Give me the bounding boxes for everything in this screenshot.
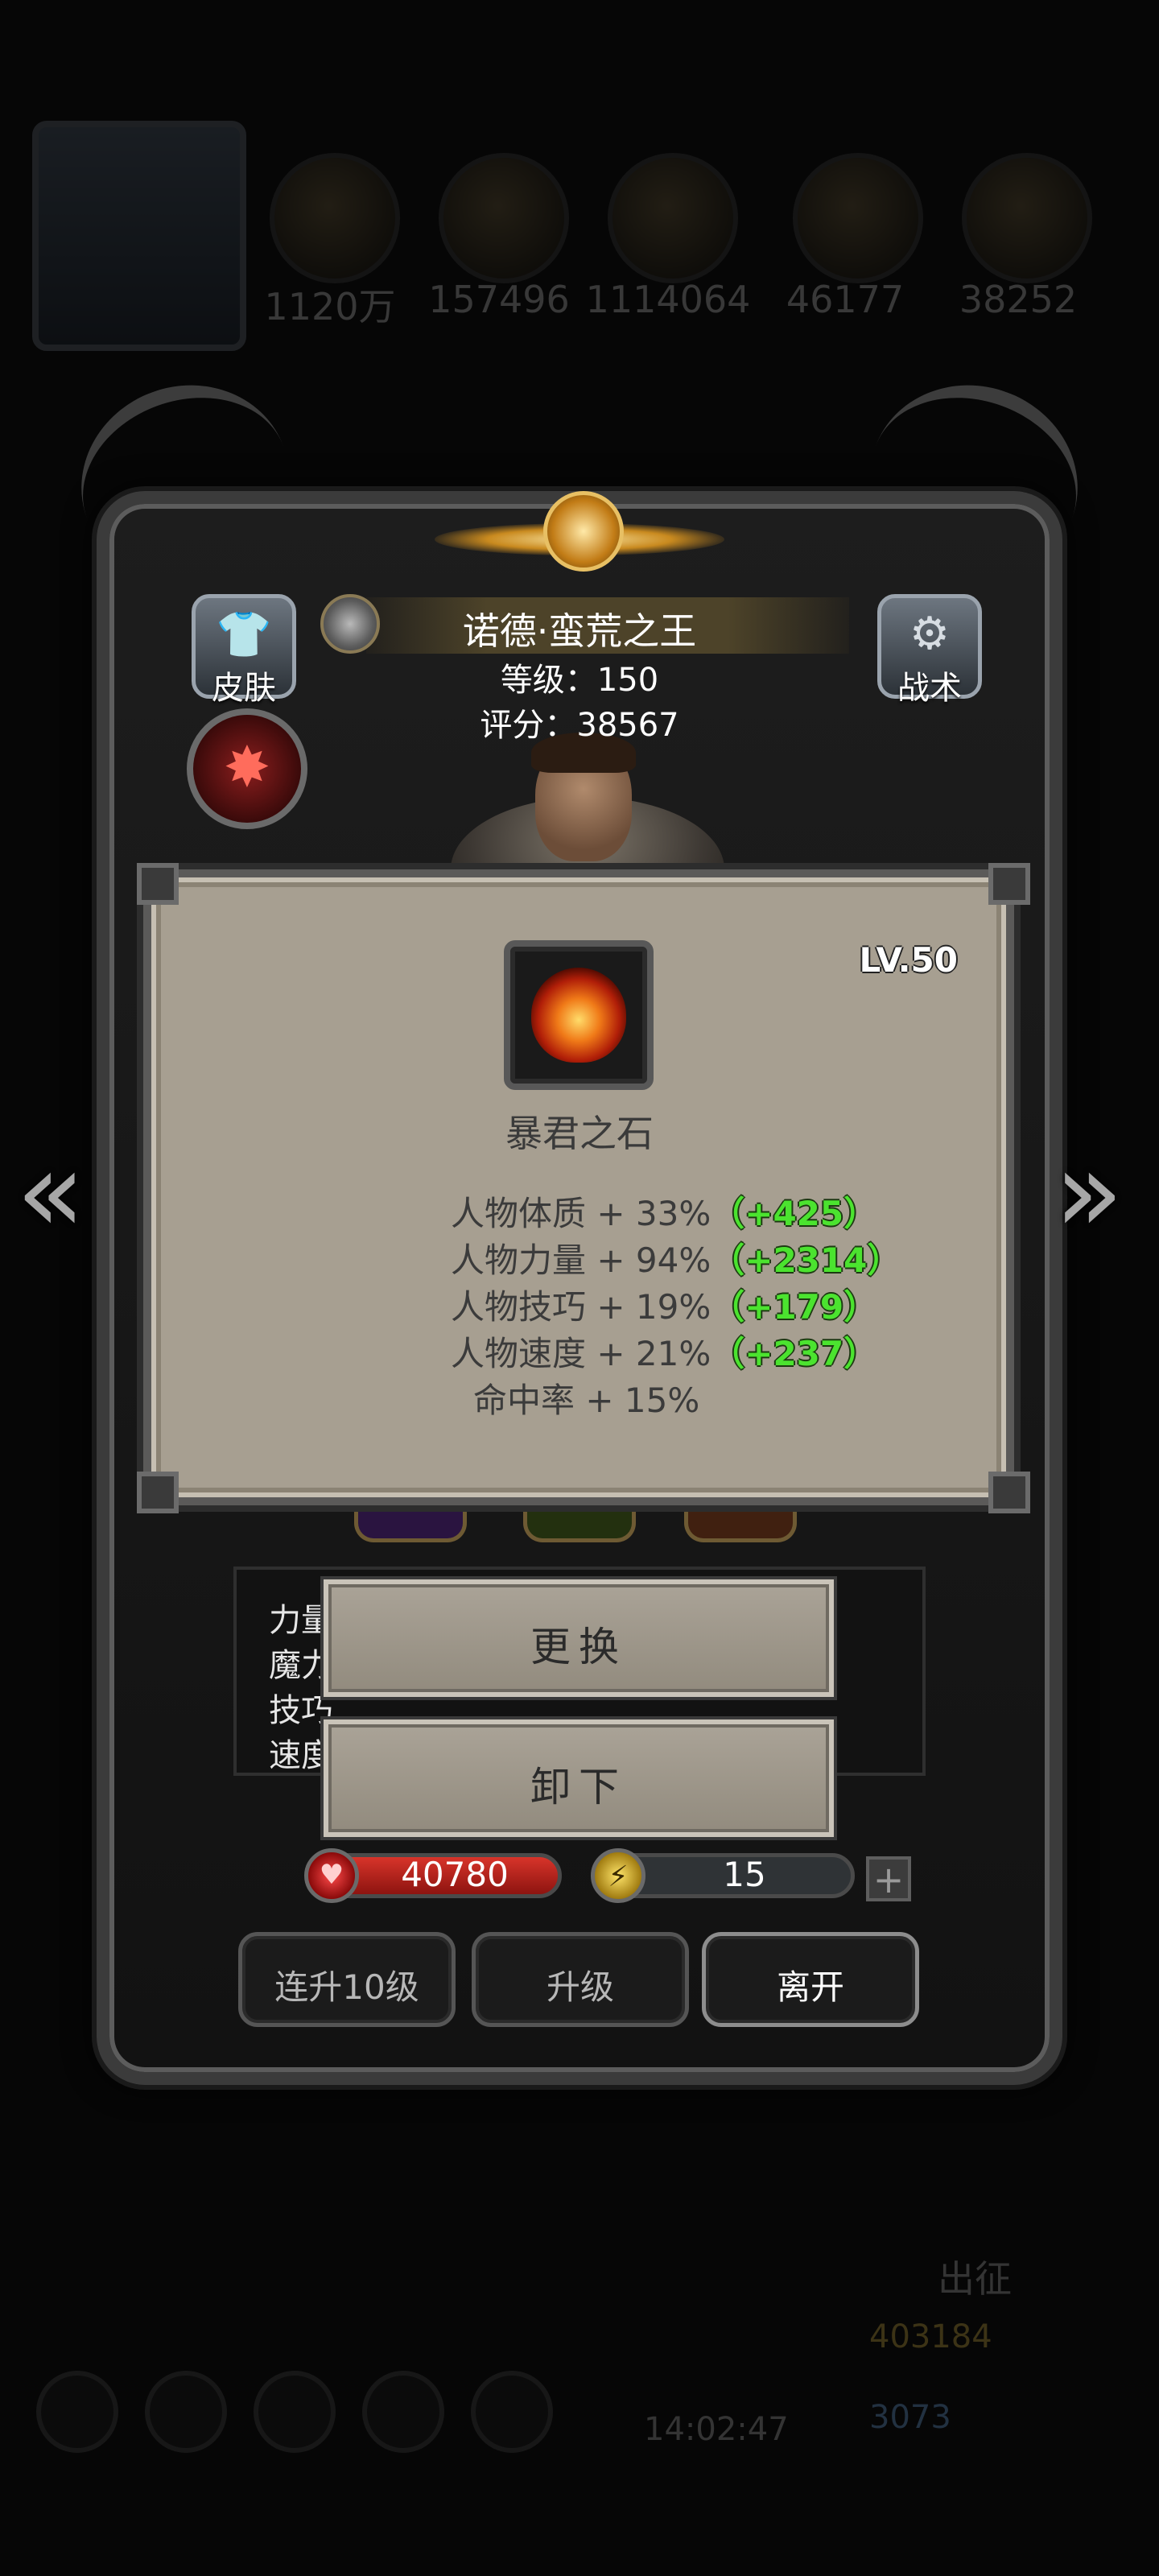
- level-up-button[interactable]: 升级: [472, 1932, 689, 2027]
- stat-label: 人物力量 + 94%: [451, 1241, 711, 1280]
- wood-icon: [439, 153, 569, 283]
- iron-icon: [608, 153, 738, 283]
- score-label: 评分：: [480, 707, 577, 744]
- menu-icon: [145, 2371, 227, 2453]
- stat-bonus: （+237）: [711, 1334, 878, 1373]
- stone-icon: [962, 153, 1092, 283]
- menu-icon: [254, 2371, 336, 2453]
- stat-label: 命中率 + 15%: [473, 1381, 700, 1420]
- level-up-10-button[interactable]: 连升10级: [238, 1932, 456, 2027]
- level-up-label: 升级: [546, 1967, 614, 2007]
- stat-row: 人物技巧 + 19%（+179）: [451, 1280, 934, 1327]
- stat-bonus: （+2314）: [711, 1241, 901, 1280]
- unequip-button[interactable]: 卸下: [324, 1719, 834, 1837]
- clock: 14:02:47: [644, 2411, 789, 2448]
- menu-icon: [471, 2371, 553, 2453]
- level-label: 等级：: [500, 662, 597, 699]
- expedition-label: 出征: [938, 2257, 1012, 2301]
- hero-score: 评分：38567: [366, 699, 793, 745]
- menu-icon: [36, 2371, 118, 2453]
- menu-icon: [362, 2371, 444, 2453]
- tactic-label: 战术: [897, 670, 962, 707]
- skin-label: 皮肤: [212, 670, 276, 707]
- stat-row: 人物力量 + 94%（+2314）: [451, 1233, 934, 1280]
- gear-icon: ⚙: [909, 608, 951, 660]
- stat-row: 命中率 + 15%: [473, 1373, 956, 1420]
- stat-label: 人物速度 + 21%: [451, 1334, 711, 1373]
- coin-count: 403184: [869, 2318, 992, 2355]
- stat-row: 人物体质 + 33%（+425）: [451, 1187, 934, 1233]
- panel-crest: [435, 491, 724, 588]
- stat-label: 人物技巧 + 19%: [451, 1287, 711, 1327]
- hero-level: 等级：150: [366, 654, 793, 700]
- gem-count: 3073: [869, 2399, 951, 2436]
- card-corner: [988, 1472, 1030, 1513]
- flame-stone-icon: [531, 968, 626, 1063]
- replace-label: 更换: [530, 1624, 627, 1670]
- stat-bonus: （+179）: [711, 1287, 878, 1327]
- stat-row: 人物速度 + 21%（+237）: [451, 1327, 934, 1373]
- unequip-label: 卸下: [530, 1764, 627, 1810]
- add-energy-button[interactable]: +: [866, 1856, 911, 1901]
- level-value: 150: [596, 662, 659, 699]
- stat-bonus: （+425）: [711, 1194, 878, 1233]
- next-arrow-icon[interactable]: »: [1054, 1127, 1124, 1258]
- resource-value: 38252: [959, 278, 1078, 321]
- replace-button[interactable]: 更换: [324, 1579, 834, 1697]
- crest-medal-icon: [543, 491, 624, 572]
- leave-button[interactable]: 离开: [702, 1932, 919, 2027]
- skill-orb-button[interactable]: ✸: [187, 708, 307, 829]
- item-name: 暴君之石: [505, 1112, 654, 1155]
- card-corner: [137, 1472, 179, 1513]
- prev-arrow-icon[interactable]: «: [16, 1127, 85, 1258]
- gold-coin-icon: [270, 153, 400, 283]
- hero-name: 诺德·蛮荒之王: [462, 609, 697, 653]
- resource-value: 1120万: [264, 285, 396, 328]
- shirt-icon: 👕: [216, 609, 272, 661]
- item-level: LV.50: [859, 940, 958, 980]
- leave-label: 离开: [776, 1967, 844, 2007]
- crystal-icon: [793, 153, 923, 283]
- resource-value: 157496: [428, 278, 570, 321]
- lightning-icon: ⚡: [591, 1848, 645, 1903]
- card-corner: [137, 863, 179, 905]
- resource-value: 1114064: [585, 278, 751, 321]
- heart-icon: ♥: [304, 1848, 359, 1903]
- level-up-10-label: 连升10级: [274, 1967, 419, 2007]
- player-avatar: [32, 121, 246, 351]
- plus-icon: +: [872, 1858, 905, 1901]
- resource-value: 46177: [786, 278, 905, 321]
- hp-value: 40780: [401, 1855, 509, 1894]
- energy-value: 15: [723, 1855, 766, 1894]
- score-value: 38567: [576, 707, 679, 744]
- stat-label: 人物体质 + 33%: [451, 1194, 711, 1233]
- card-corner: [988, 863, 1030, 905]
- item-icon-frame: [504, 940, 654, 1090]
- claw-icon: ✸: [223, 734, 271, 800]
